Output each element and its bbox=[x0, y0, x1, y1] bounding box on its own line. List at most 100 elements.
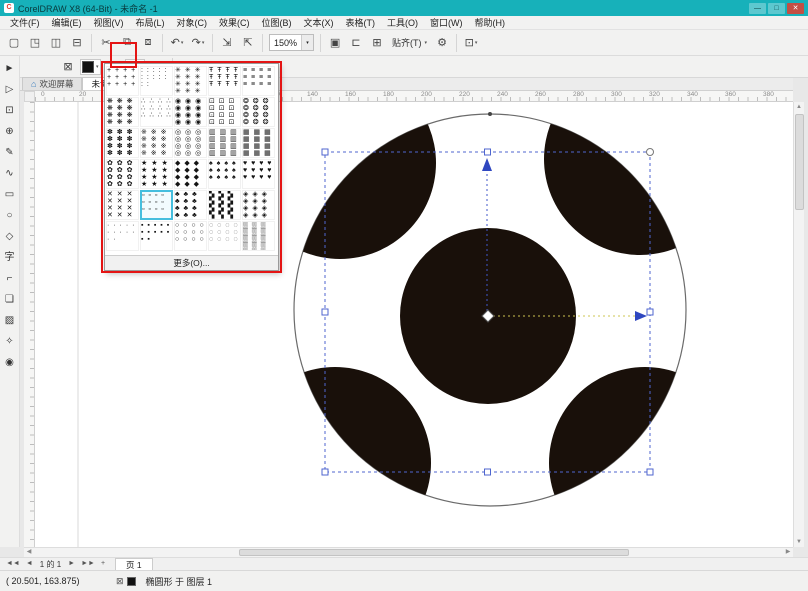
open-button[interactable]: ◳ bbox=[25, 33, 45, 53]
maximize-button[interactable]: □ bbox=[768, 2, 785, 14]
menu-file[interactable]: 文件(F) bbox=[4, 16, 46, 30]
vertical-ruler[interactable] bbox=[24, 102, 35, 547]
vertical-scrollbar[interactable]: ▲ ▼ bbox=[793, 102, 804, 547]
menu-view[interactable]: 视图(V) bbox=[88, 16, 130, 30]
pattern-swatch-bullseye[interactable]: ◉ ◉ ◉ ◉ ◉ ◉ ◉ ◉ ◉ ◉ ◉ ◉ bbox=[174, 97, 207, 127]
next-page-button[interactable]: ► bbox=[66, 558, 77, 570]
show-rulers-button[interactable]: ⊏ bbox=[346, 33, 366, 53]
zoom-tool[interactable]: ⊕ bbox=[2, 125, 18, 139]
pattern-swatch-stripes-vertical[interactable]: ▥ ▥ ▥ ▥ ▥ ▥ ▥ ▥ ▥ ▥ ▥ ▥ bbox=[208, 128, 241, 158]
selection-handle-top-left[interactable] bbox=[321, 148, 329, 156]
page-tab-1[interactable]: 页 1 bbox=[115, 557, 153, 571]
pattern-swatch-checkerboard[interactable]: ▚ ▚ ▚ ▚ ▚ ▚ ▚ ▚ ▚ ▚ ▚ ▚ bbox=[208, 190, 241, 220]
selection-handle-middle-right[interactable] bbox=[646, 308, 654, 316]
pattern-swatch-floret[interactable]: ✽ ✽ ✽ ✽ ✽ ✽ ✽ ✽ ✽ ✽ ✽ ✽ bbox=[106, 128, 139, 158]
minimize-button[interactable]: — bbox=[749, 2, 766, 14]
pattern-swatch-halftone-shade[interactable]: ▒ ▒ ▒ ▒ ▒ ▒ ▒ ▒ ▒ ▒ ▒ ▒ bbox=[242, 221, 275, 251]
color-eyedropper-tool[interactable]: ✧ bbox=[2, 335, 18, 349]
transparency-tool[interactable]: ▨ bbox=[2, 314, 18, 328]
redo-button[interactable]: ↷ ▾ bbox=[188, 33, 208, 53]
cut-button[interactable]: ✂ bbox=[96, 33, 116, 53]
tab-welcome[interactable]: ⌂ 欢迎屏幕 bbox=[22, 77, 83, 90]
menu-edit[interactable]: 编辑(E) bbox=[46, 16, 88, 30]
pattern-swatch-fine-dots[interactable]: · · · · · · · · · · · · bbox=[106, 221, 139, 251]
first-page-button[interactable]: ◄◄ bbox=[4, 558, 22, 570]
pattern-swatch-clubs[interactable]: ♣ ♣ ♣ ♣ ♣ ♣ ♣ ♣ ♣ ♣ ♣ ♣ bbox=[174, 190, 207, 220]
menu-effects[interactable]: 效果(C) bbox=[213, 16, 256, 30]
menu-layout[interactable]: 布局(L) bbox=[130, 16, 171, 30]
zoom-level-combo[interactable]: 150% ▾ bbox=[269, 34, 315, 51]
curve-node-top[interactable] bbox=[488, 112, 492, 116]
selection-handle-top-middle[interactable] bbox=[484, 148, 491, 156]
copy-button[interactable]: ⧉ bbox=[117, 33, 137, 53]
print-button[interactable]: ⊟ bbox=[67, 33, 87, 53]
selection-handle-bottom-left[interactable] bbox=[321, 468, 329, 476]
menu-window[interactable]: 窗口(W) bbox=[424, 16, 469, 30]
pattern-swatch-x-cross[interactable]: ✕ ✕ ✕ ✕ ✕ ✕ ✕ ✕ ✕ ✕ ✕ ✕ bbox=[106, 190, 139, 220]
no-fill-button[interactable]: ⊠ bbox=[58, 57, 78, 77]
scroll-right-icon[interactable]: ▶ bbox=[783, 548, 793, 557]
horizontal-scrollbar[interactable]: ◀ ▶ bbox=[24, 547, 793, 557]
pattern-swatch-rings[interactable]: ◎ ◎ ◎ ◎ ◎ ◎ ◎ ◎ ◎ ◎ ◎ ◎ bbox=[174, 128, 207, 158]
drop-shadow-tool[interactable]: ❏ bbox=[2, 293, 18, 307]
connector-tool[interactable]: ⌐ bbox=[2, 272, 18, 286]
pattern-swatch-dotted-columns[interactable]: : : : : : : : : : : : : bbox=[140, 66, 173, 96]
pattern-swatch-line-rows[interactable]: ≡ ≡ ≡ ≡ ≡ ≡ ≡ ≡ ≡ ≡ ≡ ≡ bbox=[242, 66, 275, 96]
pattern-swatch-flowers[interactable]: ✿ ✿ ✿ ✿ ✿ ✿ ✿ ✿ ✿ ✿ ✿ ✿ bbox=[106, 159, 139, 189]
pattern-swatch-diamond-checker[interactable]: ◈ ◈ ◈ ◈ ◈ ◈ ◈ ◈ ◈ ◈ ◈ ◈ bbox=[242, 190, 275, 220]
more-patterns-button[interactable]: 更多(O)... bbox=[105, 255, 278, 270]
save-button[interactable]: ◫ bbox=[46, 33, 66, 53]
pattern-swatch-plus-grid[interactable]: + + + + + + + + + + + + bbox=[106, 66, 139, 96]
pattern-swatch-diamonds[interactable]: ◆ ◆ ◆ ◆ ◆ ◆ ◆ ◆ ◆ ◆ ◆ ◆ bbox=[174, 159, 207, 189]
pattern-swatch-spades[interactable]: ♠ ♠ ♠ ♠ ♠ ♠ ♠ ♠ ♠ ♠ ♠ ♠ bbox=[208, 159, 241, 189]
pattern-swatch-reference-marks[interactable]: ※ ※ ※ ※ ※ ※ ※ ※ ※ ※ ※ ※ bbox=[140, 128, 173, 158]
selection-handle-top-right[interactable] bbox=[646, 148, 654, 156]
menu-table[interactable]: 表格(T) bbox=[340, 16, 382, 30]
previous-page-button[interactable]: ◄ bbox=[24, 558, 35, 570]
text-tool[interactable]: 字 bbox=[2, 251, 18, 265]
menu-help[interactable]: 帮助(H) bbox=[469, 16, 512, 30]
menu-tools[interactable]: 工具(O) bbox=[381, 16, 424, 30]
pattern-swatch-open-circles[interactable]: ○ ○ ○ ○ ○ ○ ○ ○ ○ ○ ○ ○ bbox=[174, 221, 207, 251]
ruler-origin-box[interactable] bbox=[24, 91, 35, 102]
selection-handle-bottom-right[interactable] bbox=[646, 468, 654, 476]
options-button[interactable]: ⚙ bbox=[432, 33, 452, 53]
new-document-button[interactable]: ▢ bbox=[4, 33, 24, 53]
ellipse-tool[interactable]: ○ bbox=[2, 209, 18, 223]
pattern-swatch-small-squares[interactable]: ▪ ▪ ▪ ▪ ▪ ▪ ▪ ▪ ▪ ▪ ▪ ▪ bbox=[140, 221, 173, 251]
rectangle-tool[interactable]: ▭ bbox=[2, 188, 18, 202]
pattern-swatch-t-shapes[interactable]: Ŧ Ŧ Ŧ Ŧ Ŧ Ŧ Ŧ Ŧ Ŧ Ŧ Ŧ Ŧ bbox=[208, 66, 241, 96]
vertical-scroll-thumb[interactable] bbox=[795, 114, 804, 210]
export-button[interactable]: ⇱ bbox=[238, 33, 258, 53]
artistic-media-tool[interactable]: ∿ bbox=[2, 167, 18, 181]
interactive-fill-tool[interactable]: ◉ bbox=[2, 356, 18, 370]
selection-handle-bottom-middle[interactable] bbox=[484, 468, 491, 476]
snap-to-dropdown[interactable]: 贴齐(T) ▾ bbox=[388, 36, 431, 49]
pattern-swatch-medallion[interactable]: ❂ ❂ ❂ ❂ ❂ ❂ ❂ ❂ ❂ ❂ ❂ ❂ bbox=[242, 97, 275, 127]
show-grid-button[interactable]: ⊞ bbox=[367, 33, 387, 53]
crop-tool[interactable]: ⊡ bbox=[2, 104, 18, 118]
fill-color-dropdown[interactable]: ▾ bbox=[80, 58, 101, 75]
scroll-left-icon[interactable]: ◀ bbox=[24, 548, 34, 557]
selection-handle-middle-left[interactable] bbox=[321, 308, 329, 316]
pattern-swatch-nested-squares[interactable]: ⊡ ⊡ ⊡ ⊡ ⊡ ⊡ ⊡ ⊡ ⊡ ⊡ ⊡ ⊡ bbox=[208, 97, 241, 127]
import-button[interactable]: ⇲ bbox=[217, 33, 237, 53]
pattern-swatch-stars[interactable]: ★ ★ ★ ★ ★ ★ ★ ★ ★ ★ ★ ★ bbox=[140, 159, 173, 189]
pattern-swatch-asterisk-grid[interactable]: ✳ ✳ ✳ ✳ ✳ ✳ ✳ ✳ ✳ ✳ ✳ ✳ bbox=[174, 66, 207, 96]
shape-tool[interactable]: ▷ bbox=[2, 83, 18, 97]
menu-bitmaps[interactable]: 位图(B) bbox=[256, 16, 298, 30]
menu-object[interactable]: 对象(C) bbox=[171, 16, 214, 30]
last-page-button[interactable]: ►► bbox=[79, 558, 97, 570]
scroll-up-icon[interactable]: ▲ bbox=[794, 102, 804, 112]
pattern-swatch-grid-squares[interactable]: ▦ ▦ ▦ ▦ ▦ ▦ ▦ ▦ ▦ ▦ ▦ ▦ bbox=[242, 128, 275, 158]
add-page-button[interactable]: + bbox=[99, 558, 107, 570]
close-button[interactable]: ✕ bbox=[787, 2, 804, 14]
polygon-tool[interactable]: ◇ bbox=[2, 230, 18, 244]
paste-button[interactable]: ⧈ bbox=[138, 33, 158, 53]
menu-text[interactable]: 文本(X) bbox=[298, 16, 340, 30]
pattern-swatch-scattered-dots[interactable]: ∴ ∴ ∴ ∴ ∴ ∴ ∴ ∴ ∴ ∴ ∴ ∴ bbox=[140, 97, 173, 127]
pick-tool[interactable]: ► bbox=[2, 62, 18, 76]
undo-button[interactable]: ↶ ▾ bbox=[167, 33, 187, 53]
application-launcher-button[interactable]: ⊡ ▾ bbox=[461, 33, 481, 53]
pattern-swatch-open-squares[interactable]: ▫ ▫ ▫ ▫ ▫ ▫ ▫ ▫ ▫ ▫ ▫ ▫ bbox=[140, 190, 173, 220]
